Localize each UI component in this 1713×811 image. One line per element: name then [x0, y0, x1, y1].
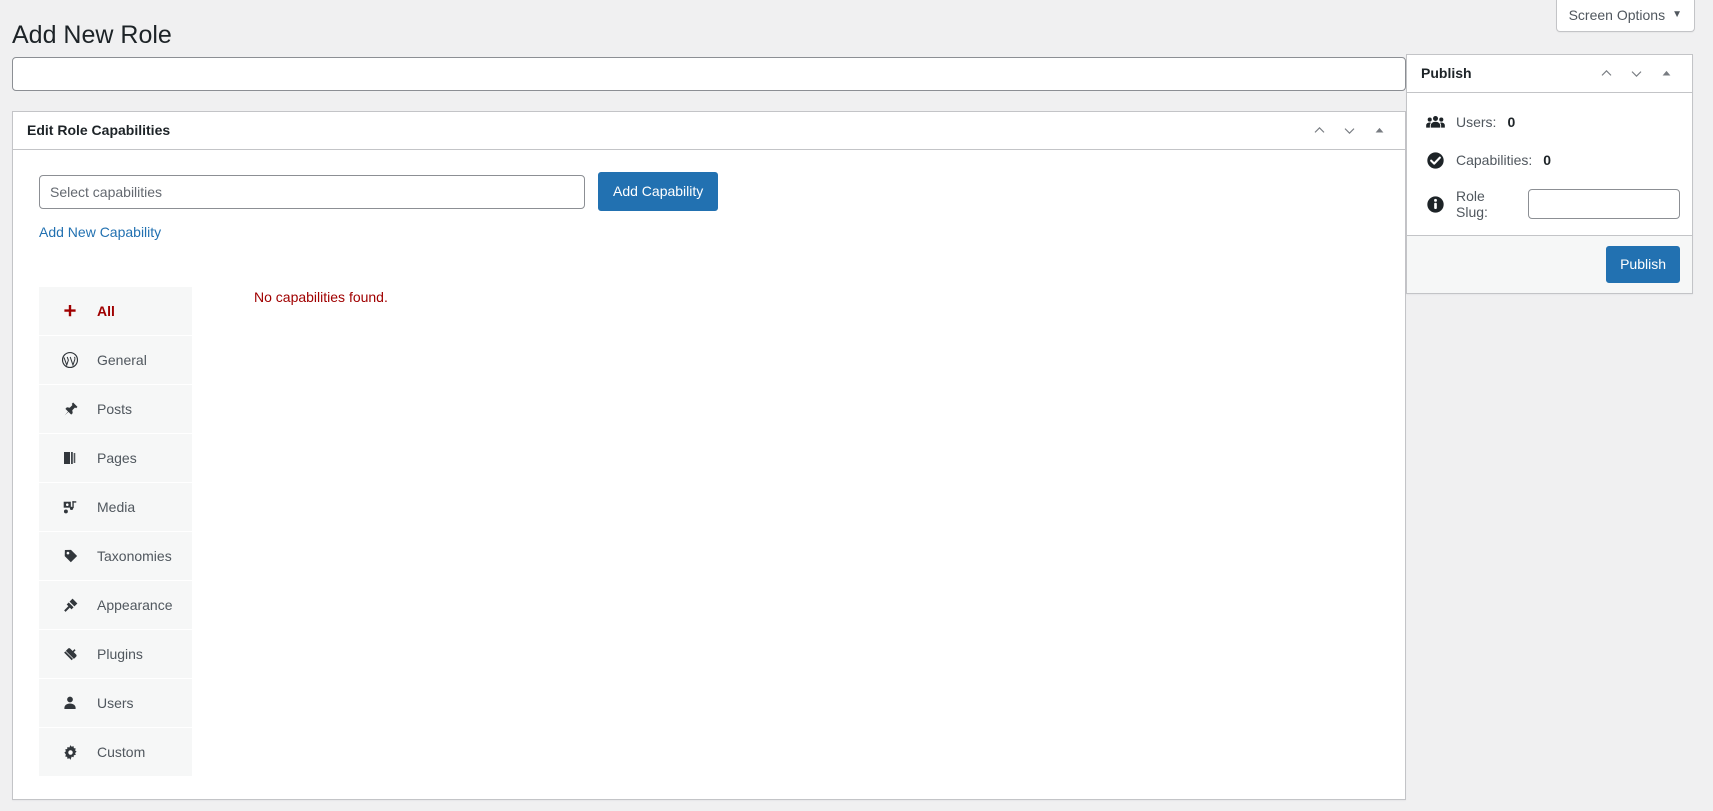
capabilities-count-row: Capabilities: 0	[1419, 141, 1680, 179]
check-circle-icon	[1425, 150, 1445, 170]
tag-icon	[61, 547, 79, 565]
metabox-handle-actions	[1305, 115, 1393, 147]
order-lower-icon[interactable]	[1335, 115, 1363, 147]
nav-item-label: Taxonomies	[97, 548, 172, 564]
nav-item-plugins[interactable]: Plugins	[39, 630, 192, 678]
nav-item-custom[interactable]: Custom	[39, 728, 192, 776]
nav-item-label: Custom	[97, 744, 146, 760]
order-lower-icon[interactable]	[1622, 58, 1650, 90]
users-count: 0	[1507, 114, 1516, 130]
wordpress-icon	[61, 351, 79, 369]
capabilities-content: No capabilities found.	[192, 287, 1405, 777]
add-capability-button[interactable]: Add Capability	[598, 172, 719, 211]
nav-item-label: Posts	[97, 401, 133, 417]
metabox-header: Edit Role Capabilities	[13, 112, 1405, 150]
nav-item-label: Users	[97, 695, 134, 711]
capability-category-nav: All General Posts Pages Media Taxonomies…	[39, 287, 192, 777]
nav-item-label: Pages	[97, 450, 137, 466]
nav-item-label: Plugins	[97, 646, 143, 662]
gear-icon	[61, 743, 79, 761]
nav-item-label: Appearance	[97, 597, 173, 613]
users-count-row: Users: 0	[1419, 103, 1680, 141]
publish-inside: Users: 0 Capabilities: 0 Role Slug:	[1407, 93, 1692, 235]
nav-item-all[interactable]: All	[39, 287, 192, 335]
toggle-icon[interactable]	[1365, 115, 1393, 147]
screen-options-bar: Screen Options ▼	[1555, 0, 1695, 32]
nav-item-taxonomies[interactable]: Taxonomies	[39, 532, 192, 580]
brush-icon	[61, 596, 79, 614]
nav-item-general[interactable]: General	[39, 336, 192, 384]
nav-item-label: All	[97, 303, 115, 319]
screen-options-button[interactable]: Screen Options ▼	[1555, 0, 1695, 32]
edit-role-capabilities-metabox: Edit Role Capabilities Select capabiliti…	[12, 111, 1406, 800]
pages-icon	[61, 449, 79, 467]
capabilities-count: 0	[1543, 152, 1552, 168]
toggle-icon[interactable]	[1652, 58, 1680, 90]
main-content-column: Edit Role Capabilities Select capabiliti…	[12, 57, 1406, 800]
nav-item-pages[interactable]: Pages	[39, 434, 192, 482]
capabilities-label: Capabilities:	[1456, 152, 1533, 168]
select-capabilities-input[interactable]	[39, 174, 585, 209]
nav-item-media[interactable]: Media	[39, 483, 192, 531]
nav-item-label: Media	[97, 499, 136, 515]
order-higher-icon[interactable]	[1305, 115, 1333, 147]
side-column: Publish Users: 0 Capabilities: 0 Role Sl…	[1406, 54, 1693, 294]
nav-item-appearance[interactable]: Appearance	[39, 581, 192, 629]
plug-icon	[61, 645, 79, 663]
publish-metabox: Publish Users: 0 Capabilities: 0 Role Sl…	[1406, 54, 1693, 294]
no-capabilities-message: No capabilities found.	[254, 289, 388, 305]
chevron-down-icon: ▼	[1672, 9, 1682, 20]
role-slug-row: Role Slug:	[1419, 179, 1680, 229]
users-label: Users:	[1456, 114, 1497, 130]
publish-title: Publish	[1421, 64, 1472, 81]
role-slug-label: Role Slug:	[1456, 188, 1488, 220]
plus-icon	[61, 302, 79, 320]
publish-button[interactable]: Publish	[1606, 246, 1680, 283]
role-slug-input[interactable]	[1528, 189, 1680, 219]
add-capability-row: Add Capability	[13, 150, 1405, 211]
nav-item-label: General	[97, 352, 147, 368]
metabox-inside: Add Capability Add New Capability All	[13, 150, 1405, 799]
media-icon	[61, 498, 79, 516]
nav-item-users[interactable]: Users	[39, 679, 192, 727]
page-title: Add New Role	[12, 21, 172, 49]
role-name-input[interactable]	[12, 57, 1406, 91]
pin-icon	[61, 400, 79, 418]
publish-header: Publish	[1407, 55, 1692, 93]
capabilities-body: All General Posts Pages Media Taxonomies…	[13, 242, 1405, 799]
metabox-title: Edit Role Capabilities	[27, 121, 171, 138]
info-circle-icon	[1425, 194, 1445, 214]
publish-handle-actions	[1592, 58, 1680, 90]
screen-options-label: Screen Options	[1568, 7, 1666, 23]
users-group-icon	[1425, 112, 1445, 132]
user-icon	[61, 694, 79, 712]
nav-item-posts[interactable]: Posts	[39, 385, 192, 433]
order-higher-icon[interactable]	[1592, 58, 1620, 90]
publishing-actions: Publish	[1407, 235, 1692, 293]
add-new-capability-link[interactable]: Add New Capability	[39, 224, 161, 240]
